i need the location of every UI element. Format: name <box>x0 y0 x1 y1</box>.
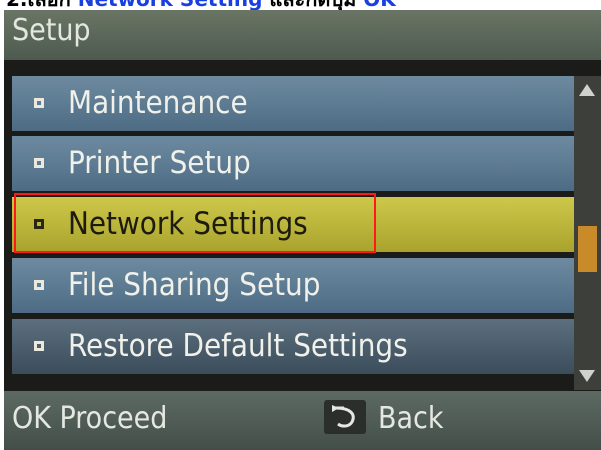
bullet-icon <box>34 341 44 351</box>
menu-item-label: Restore Default Settings <box>68 328 408 364</box>
screen-title: Setup <box>4 10 601 60</box>
back-arrow-icon <box>324 399 366 434</box>
menu-item-file-sharing-setup[interactable]: File Sharing Setup <box>12 258 574 316</box>
instruction-caption: 2.เลือก Network Setting และกดปุ่ม OK <box>0 0 601 10</box>
triangle-down-icon[interactable] <box>579 370 595 382</box>
screen-footer: OK Proceed Back <box>4 391 601 450</box>
triangle-up-icon[interactable] <box>579 84 595 96</box>
menu-item-restore-default-settings[interactable]: Restore Default Settings <box>12 319 574 377</box>
bullet-icon <box>34 158 44 168</box>
back-label: Back <box>378 401 444 436</box>
menu-item-maintenance[interactable]: Maintenance <box>12 76 574 134</box>
menu-item-label: Maintenance <box>68 85 248 121</box>
back-hint[interactable]: Back <box>324 391 444 450</box>
menu-scrollbar[interactable] <box>574 76 601 390</box>
bullet-icon <box>34 98 44 108</box>
ok-proceed-hint[interactable]: OK Proceed <box>12 391 167 450</box>
selection-highlight-box <box>14 193 376 253</box>
menu-item-printer-setup[interactable]: Printer Setup <box>12 136 574 194</box>
menu-item-label: File Sharing Setup <box>68 267 321 303</box>
menu-item-label: Printer Setup <box>68 145 251 181</box>
bullet-icon <box>34 280 44 290</box>
scroll-thumb[interactable] <box>578 226 597 272</box>
printer-lcd-screen: Setup Maintenance Printer Setup Network … <box>4 10 601 450</box>
screenshot-root: 2.เลือก Network Setting และกดปุ่ม OK Set… <box>0 0 601 450</box>
